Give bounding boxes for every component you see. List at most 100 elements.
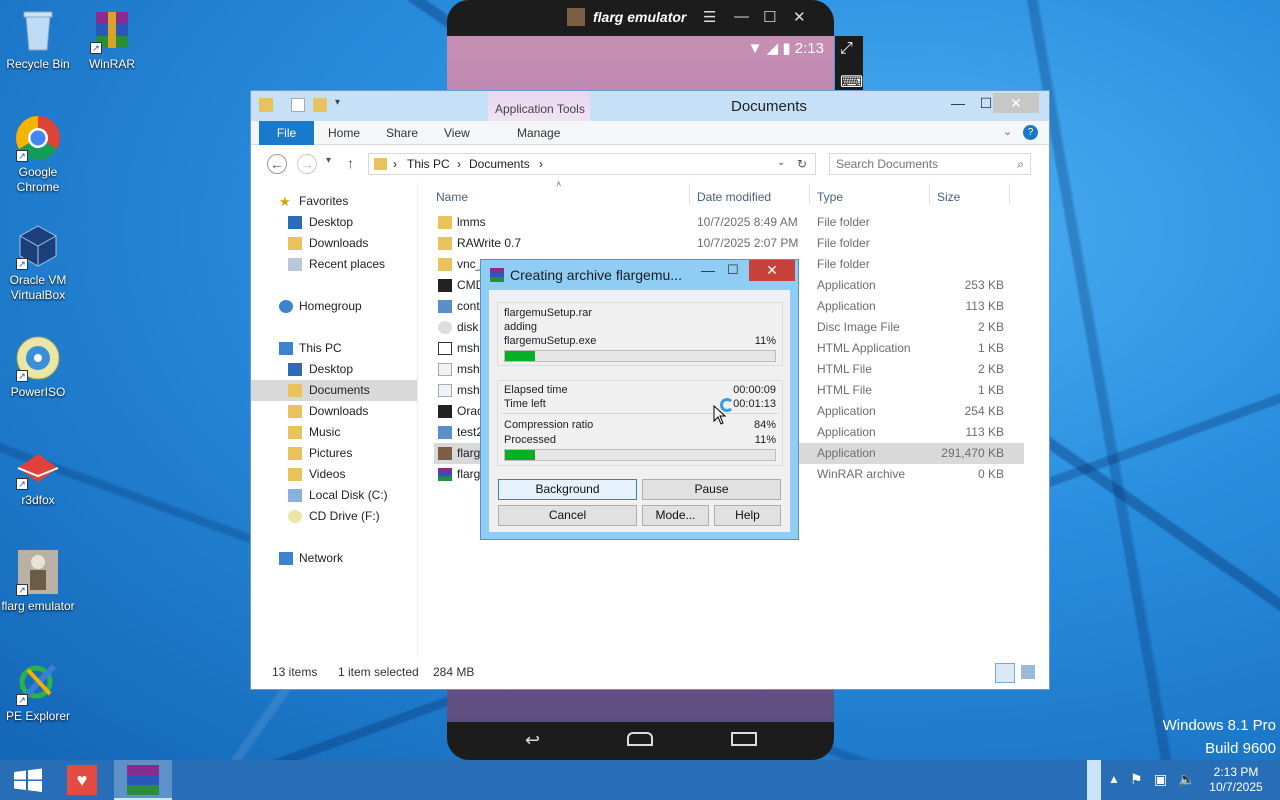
nav-pc-videos[interactable]: Videos — [251, 464, 417, 485]
address-dropdown-icon[interactable]: ⌄ — [777, 157, 785, 168]
nav-fav-recent[interactable]: Recent places — [251, 254, 417, 275]
nav-fav-desktop[interactable]: Desktop — [251, 212, 417, 233]
background-button[interactable]: Background — [498, 479, 637, 500]
processed-label: Processed — [504, 434, 556, 446]
r3dfox-icon: ↗ — [14, 442, 62, 490]
column-divider[interactable] — [689, 183, 690, 205]
close-button[interactable]: ✕ — [993, 93, 1039, 113]
poweriso-shortcut[interactable]: ↗ PowerISO — [0, 334, 76, 400]
close-button[interactable]: ✕ — [749, 260, 795, 281]
details-view-icon[interactable] — [995, 663, 1015, 683]
keyboard-icon[interactable]: ⌨ — [840, 72, 863, 92]
cancel-button[interactable]: Cancel — [498, 505, 637, 526]
help-icon[interactable]: ? — [1023, 125, 1038, 140]
nav-fav-downloads[interactable]: Downloads — [251, 233, 417, 254]
r3dfox-shortcut[interactable]: ↗ r3dfox — [0, 442, 76, 508]
search-input[interactable] — [836, 154, 1006, 174]
address-box[interactable]: › This PC › Documents › ⌄ ↻ — [368, 153, 816, 175]
winrar-shortcut[interactable]: ↗ WinRAR — [74, 6, 150, 72]
tab-file[interactable]: File — [259, 121, 314, 145]
show-hidden-icons-icon[interactable]: ▲ — [1108, 772, 1120, 786]
address-bar-row: ← → ▾ ↑ › This PC › Documents › ⌄ ↻ ⌕ — [251, 145, 1049, 183]
nav-pc-music[interactable]: Music — [251, 422, 417, 443]
large-icons-view-icon[interactable] — [1021, 665, 1035, 679]
tab-share[interactable]: Share — [386, 126, 418, 140]
column-divider[interactable] — [809, 183, 810, 205]
back-button[interactable]: ← — [267, 154, 287, 174]
file-row[interactable]: lmms 10/7/2025 8:49 AM File folder — [434, 212, 1024, 233]
dialog-title: Creating archive flargemu... — [510, 267, 682, 283]
nav-pc-desktop[interactable]: Desktop — [251, 359, 417, 380]
windows-watermark: Windows 8.1 Pro Build 9600 — [1163, 714, 1276, 760]
nav-pc-downloads[interactable]: Downloads — [251, 401, 417, 422]
nav-pc-pictures[interactable]: Pictures — [251, 443, 417, 464]
recent-locations-icon[interactable]: ▾ — [326, 155, 331, 166]
flarg-emulator-shortcut[interactable]: ↗ flarg emulator — [0, 548, 76, 614]
network-tray-icon[interactable]: ▣ — [1154, 771, 1167, 788]
mode-button[interactable]: Mode... — [642, 505, 709, 526]
taskbar-app-health[interactable]: ♥ — [56, 760, 112, 800]
up-button[interactable]: ↑ — [347, 155, 354, 171]
maximize-icon[interactable]: ☐ — [727, 262, 739, 278]
action-center-flag-icon[interactable]: ⚑ — [1130, 771, 1143, 788]
nav-local-disk[interactable]: Local Disk (C:) — [251, 485, 417, 506]
nav-cd-drive[interactable]: CD Drive (F:) — [251, 506, 417, 527]
breadcrumb-separator-icon: › — [393, 157, 397, 171]
breadcrumb-this-pc[interactable]: This PC — [407, 157, 450, 171]
home-icon[interactable] — [627, 732, 653, 746]
taskbar-scroll[interactable] — [1087, 760, 1101, 800]
compression-ratio-label: Compression ratio — [504, 419, 594, 431]
column-divider[interactable] — [929, 183, 930, 205]
action-label: adding — [504, 321, 538, 333]
properties-icon[interactable] — [291, 98, 305, 112]
pause-button[interactable]: Pause — [642, 479, 781, 500]
shortcut-arrow-icon: ↗ — [16, 150, 28, 162]
column-divider[interactable] — [1009, 183, 1010, 205]
start-button[interactable] — [0, 760, 56, 800]
nav-pc-documents[interactable]: Documents — [251, 380, 417, 401]
nav-network[interactable]: Network — [251, 548, 417, 569]
breadcrumb-documents[interactable]: Documents — [469, 157, 530, 171]
quick-access-dropdown-icon[interactable]: ▾ — [335, 97, 340, 108]
tray-clock[interactable]: 2:13 PM 10/7/2025 — [1200, 765, 1272, 795]
menu-icon[interactable]: ☰ — [703, 8, 716, 26]
maximize-icon[interactable]: ☐ — [763, 8, 776, 26]
recent-apps-icon[interactable] — [731, 732, 757, 746]
taskbar-app-winrar[interactable] — [114, 760, 172, 800]
fullscreen-icon[interactable]: ⤢ — [840, 40, 853, 58]
column-header-size[interactable]: Size — [937, 190, 960, 204]
minimize-icon[interactable]: — — [734, 8, 749, 25]
tab-view[interactable]: View — [444, 126, 470, 140]
recycle-bin-shortcut[interactable]: Recycle Bin — [0, 6, 76, 72]
processed-percent: 11% — [754, 434, 776, 446]
search-box[interactable]: ⌕ — [829, 153, 1031, 175]
file-row[interactable]: RAWrite 0.7 10/7/2025 2:07 PM File folde… — [434, 233, 1024, 254]
pe-explorer-shortcut[interactable]: ↗ PE Explorer — [0, 658, 76, 724]
nav-homegroup[interactable]: Homegroup — [251, 296, 417, 317]
forward-button[interactable]: → — [297, 154, 317, 174]
tab-manage[interactable]: Manage — [517, 126, 560, 140]
recent-places-icon — [288, 258, 302, 271]
minimize-button[interactable]: — — [947, 93, 969, 113]
refresh-icon[interactable]: ↻ — [797, 157, 807, 171]
back-icon[interactable]: ↩ — [525, 730, 540, 751]
minimize-icon[interactable]: — — [701, 262, 715, 278]
help-button[interactable]: Help — [714, 505, 781, 526]
dialog-body: flargemuSetup.rar adding flargemuSetup.e… — [489, 290, 790, 532]
virtualbox-shortcut[interactable]: ↗ Oracle VM VirtualBox — [0, 222, 76, 303]
chrome-shortcut[interactable]: ↗ Google Chrome — [0, 114, 76, 195]
nav-this-pc[interactable]: This PC — [251, 338, 417, 359]
nav-favorites[interactable]: ★ Favorites — [251, 191, 417, 212]
column-header-type[interactable]: Type — [817, 190, 843, 204]
emulator-titlebar[interactable]: flarg emulator ☰ — ☐ ✕ — [447, 0, 834, 36]
explorer-titlebar[interactable]: ▾ Documents — ☐ ✕ — [251, 91, 1049, 121]
column-header-date[interactable]: Date modified — [697, 190, 771, 204]
expand-ribbon-icon[interactable]: ⌄ — [1003, 125, 1012, 138]
volume-muted-icon[interactable]: 🔈 — [1178, 771, 1195, 788]
close-icon[interactable]: ✕ — [793, 8, 806, 26]
new-folder-icon[interactable] — [313, 98, 327, 112]
time-left: 00:01:13 — [733, 398, 776, 410]
tab-home[interactable]: Home — [328, 126, 360, 140]
column-header-name[interactable]: Name — [436, 190, 468, 204]
search-icon[interactable]: ⌕ — [1017, 157, 1024, 172]
